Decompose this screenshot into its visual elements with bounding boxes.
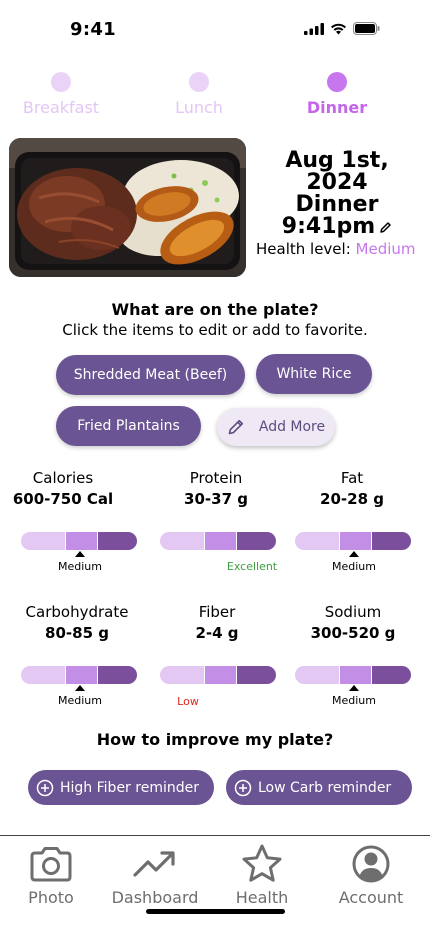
lunch-dot-icon: [189, 72, 209, 92]
health-level: Health level: Medium: [256, 240, 416, 258]
metric-name: Sodium: [324, 603, 382, 621]
tab-dashboard[interactable]: Dashboard: [105, 844, 205, 907]
entry-info: Aug 1st, 2024 Dinner 9:41pm: [252, 150, 422, 238]
sodium-level-bar: [295, 666, 411, 684]
entry-meal: Dinner: [295, 192, 379, 217]
protein-level-bar: [160, 532, 276, 550]
fiber-rating: Low: [177, 695, 199, 708]
tab-dinner[interactable]: Dinner: [282, 72, 392, 117]
metric-fat[interactable]: Fat 20-28 g: [287, 468, 417, 510]
home-indicator: [146, 909, 285, 914]
plus-circle-icon: [234, 779, 252, 796]
metric-value: 2-4 g: [195, 624, 239, 642]
metric-name: Fiber: [198, 603, 236, 621]
high-fiber-reminder-button[interactable]: High Fiber reminder: [28, 770, 214, 805]
dinner-dot-icon: [327, 72, 347, 92]
tab-lunch[interactable]: Lunch: [144, 72, 254, 117]
metric-value: 80-85 g: [45, 624, 109, 642]
entry-time: 9:41pm: [281, 214, 376, 239]
health-level-label: Health level:: [256, 240, 351, 258]
entry-date: Aug 1st, 2024: [285, 148, 389, 195]
battery-icon: [353, 22, 380, 35]
metric-carbohydrate[interactable]: Carbohydrate 80-85 g: [12, 602, 142, 644]
meal-photo-image: [9, 138, 246, 277]
low-carb-reminder-label: Low Carb reminder: [258, 779, 392, 796]
fat-level-bar: [295, 532, 411, 550]
metric-value: 20-28 g: [320, 490, 384, 508]
fiber-level-bar: [160, 666, 276, 684]
tab-account-label: Account: [338, 888, 404, 907]
user-circle-icon: [352, 845, 390, 883]
signal-icon: [304, 22, 324, 35]
wifi-icon: [331, 23, 346, 34]
calories-level-marker-icon: [75, 551, 85, 557]
fat-level-marker-icon: [349, 551, 359, 557]
metric-name: Fat: [340, 469, 364, 487]
bottom-tab-bar: Photo Dashboard Health Account: [0, 835, 430, 932]
meal-photo[interactable]: [9, 138, 246, 277]
calories-level-bar: [21, 532, 137, 550]
plus-circle-icon: [36, 779, 54, 796]
meal-tabs: Breakfast Lunch Dinner: [0, 72, 430, 120]
tab-health-label: Health: [235, 888, 289, 907]
metric-calories[interactable]: Calories 600-750 Cal: [0, 468, 128, 510]
sodium-rating: Medium: [332, 694, 376, 707]
tab-breakfast-label: Breakfast: [22, 98, 100, 117]
carbohydrate-level-bar: [21, 666, 137, 684]
calories-rating: Medium: [58, 560, 102, 573]
low-carb-reminder-button[interactable]: Low Carb reminder: [226, 770, 412, 805]
tab-lunch-label: Lunch: [175, 98, 223, 117]
status-time: 9:41: [70, 19, 116, 40]
high-fiber-reminder-label: High Fiber reminder: [60, 779, 199, 796]
carbohydrate-level-marker-icon: [75, 685, 85, 691]
metric-name: Calories: [32, 469, 94, 487]
add-more-label: Add More: [258, 419, 326, 435]
tab-dinner-label: Dinner: [306, 98, 368, 117]
metric-fiber[interactable]: Fiber 2-4 g: [152, 602, 282, 644]
food-item-white-rice[interactable]: White Rice: [256, 354, 372, 394]
edit-pencil-icon[interactable]: [379, 221, 392, 234]
breakfast-dot-icon: [51, 72, 71, 92]
food-item-fried-plantains[interactable]: Fried Plantains: [56, 406, 201, 446]
entry-time-row: 9:41pm: [252, 216, 422, 238]
pencil-icon: [228, 419, 243, 435]
plate-heading: What are on the plate?: [111, 300, 319, 319]
tab-breakfast[interactable]: Breakfast: [6, 72, 116, 117]
metric-value: 600-750 Cal: [12, 490, 114, 508]
camera-icon: [30, 847, 72, 882]
metric-protein[interactable]: Protein 30-37 g: [151, 468, 281, 510]
food-item-shredded-meat[interactable]: Shredded Meat (Beef): [56, 355, 245, 395]
tab-dashboard-label: Dashboard: [111, 888, 199, 907]
tab-photo-label: Photo: [28, 888, 74, 907]
metric-name: Protein: [189, 469, 243, 487]
metric-sodium[interactable]: Sodium 300-520 g: [288, 602, 418, 644]
metric-value: 30-37 g: [184, 490, 248, 508]
tab-photo[interactable]: Photo: [1, 844, 101, 907]
fat-rating: Medium: [332, 560, 376, 573]
add-more-button[interactable]: Add More: [217, 408, 335, 446]
improve-heading: How to improve my plate?: [96, 730, 334, 749]
metric-name: Carbohydrate: [25, 603, 129, 621]
star-icon: [242, 844, 282, 882]
health-level-value: Medium: [355, 240, 416, 258]
status-bar: 9:41: [0, 0, 430, 60]
trending-up-icon: [133, 851, 175, 877]
tab-health[interactable]: Health: [212, 844, 312, 907]
plate-subheading: Click the items to edit or add to favori…: [62, 321, 368, 339]
metric-value: 300-520 g: [310, 624, 396, 642]
sodium-level-marker-icon: [349, 685, 359, 691]
status-icons: [304, 22, 380, 35]
tab-account[interactable]: Account: [321, 844, 421, 907]
